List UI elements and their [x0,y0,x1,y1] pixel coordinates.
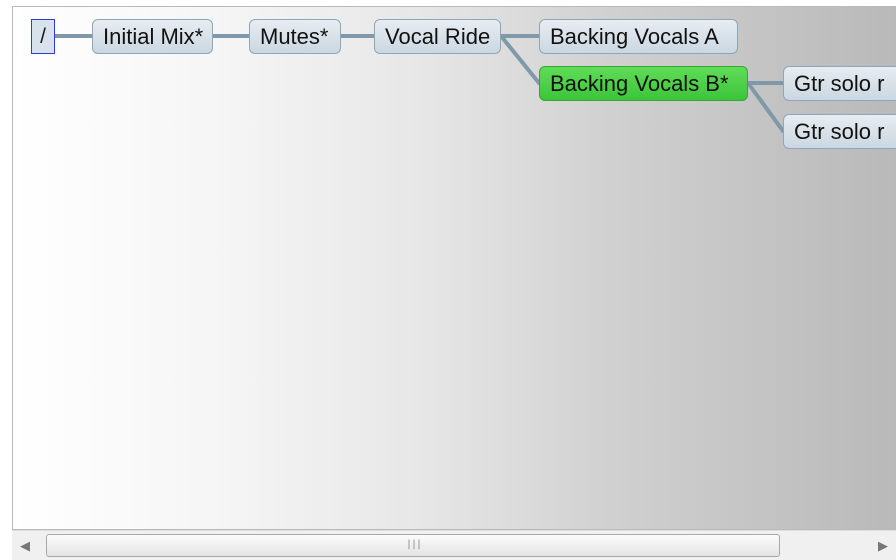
node-label: Backing Vocals A [550,24,719,49]
node-label: Initial Mix* [103,24,204,49]
mix-node-gtr-solo-1[interactable]: Gtr solo r [783,66,896,101]
scroll-thumb[interactable]: ||| [46,534,780,557]
node-label: Backing Vocals B* [550,71,729,96]
mix-node-gtr-solo-2[interactable]: Gtr solo r [783,114,896,149]
node-label: Gtr solo r [794,71,885,96]
mix-node-initial-mix[interactable]: Initial Mix* [92,19,213,54]
left-arrow-glyph: ◀ [20,538,30,553]
scroll-grip-glyph: ||| [406,539,422,550]
branch-connectors [53,34,785,133]
node-label: Vocal Ride [385,24,491,49]
right-arrow-glyph: ▶ [878,538,888,553]
branch-view-window: / Initial Mix* Mutes* Vocal Ride Backing… [0,0,896,560]
left-arrow-icon[interactable]: ◀ [12,531,38,560]
mix-branch-canvas: / Initial Mix* Mutes* Vocal Ride Backing… [12,6,896,530]
node-label: Gtr solo r [794,119,885,144]
root-node[interactable]: / [31,19,55,54]
mix-node-backing-vocals-a[interactable]: Backing Vocals A [539,19,738,54]
connector-vocal-ride-backing-b [499,34,541,85]
mix-node-vocal-ride[interactable]: Vocal Ride [374,19,501,54]
connector-backing-b-gtr-solo-2 [746,81,785,133]
node-label: Mutes* [260,24,329,49]
scroll-grip-icon: ||| [406,539,422,551]
mix-node-mutes[interactable]: Mutes* [249,19,341,54]
mix-node-backing-vocals-b-selected[interactable]: Backing Vocals B* [539,66,748,101]
root-node-label: / [40,25,46,48]
horizontal-scrollbar[interactable]: ◀ ||| ▶ [12,530,896,560]
right-arrow-icon[interactable]: ▶ [870,531,896,560]
